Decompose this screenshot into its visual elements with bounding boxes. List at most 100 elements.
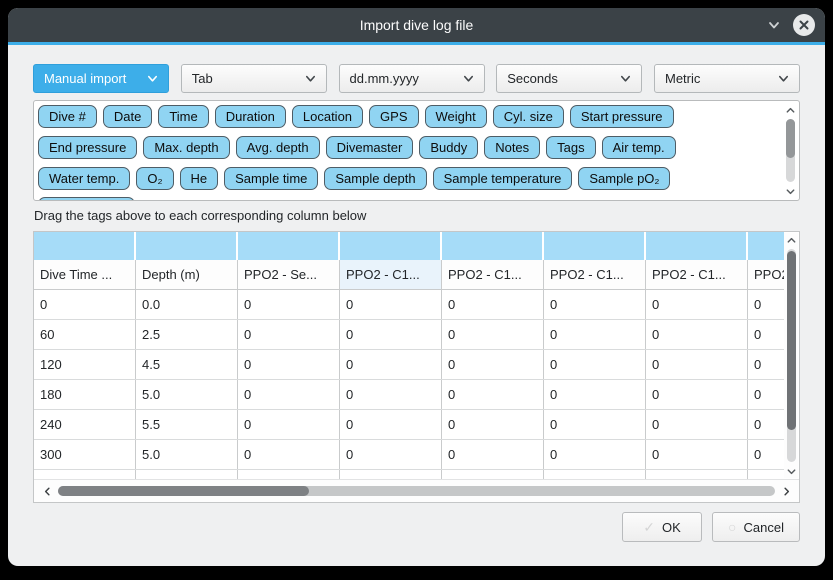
table-cell: 0	[646, 380, 748, 409]
table-cell: 5.0	[136, 380, 238, 409]
tag-max-depth[interactable]: Max. depth	[143, 136, 229, 159]
table-row: 3005.0000000	[34, 440, 784, 470]
tag-tags[interactable]: Tags	[546, 136, 595, 159]
tag-sample-po[interactable]: Sample pO₂	[578, 167, 670, 190]
column-header-0[interactable]: Dive Time ...	[34, 260, 136, 289]
table-cell: 0	[238, 350, 340, 379]
table-cell: 0	[340, 440, 442, 469]
scrollbar-track[interactable]	[787, 249, 796, 462]
titlebar[interactable]: Import dive log file	[8, 8, 825, 42]
column-header-1[interactable]: Depth (m)	[136, 260, 238, 289]
table-cell	[136, 470, 238, 479]
tag-flow: Dive # Date Time Duration Location GPS Weight C…	[34, 101, 799, 201]
combo-value: Manual import	[44, 71, 126, 86]
tag-cyl-size[interactable]: Cyl. size	[493, 105, 564, 128]
drop-target-cell-4[interactable]	[442, 232, 544, 260]
table-row: 602.5000000	[34, 320, 784, 350]
drop-target-row	[34, 232, 784, 260]
scroll-up-icon[interactable]	[785, 103, 796, 117]
tag-time[interactable]: Time	[158, 105, 208, 128]
scrollbar-thumb[interactable]	[58, 486, 309, 496]
cancel-circle-icon: ○	[728, 519, 736, 535]
combo-tab[interactable]: Tab	[181, 64, 327, 93]
tag-list-panel: Dive # Date Time Duration Location GPS Weight C…	[33, 100, 800, 201]
ok-button-label: OK	[662, 520, 681, 535]
table-cell: 0	[340, 380, 442, 409]
table-horizontal-scrollbar[interactable]	[34, 479, 799, 502]
drop-target-cell-7[interactable]	[748, 232, 784, 260]
scroll-up-icon[interactable]	[786, 233, 797, 247]
table-cell: 0	[340, 350, 442, 379]
combo-seconds[interactable]: Seconds	[496, 64, 642, 93]
tag-weight[interactable]: Weight	[425, 105, 487, 128]
tag-sample-cns[interactable]: Sample CNS	[38, 197, 135, 201]
table-cell: 0	[544, 320, 646, 349]
table-cell: 2.5	[136, 320, 238, 349]
scroll-right-icon[interactable]	[779, 484, 793, 498]
table-cell: 0	[748, 320, 784, 349]
table-cell: 0	[238, 380, 340, 409]
drop-target-cell-6[interactable]	[646, 232, 748, 260]
import-dialog: Import dive log file Manual import Tab d…	[8, 8, 825, 566]
column-header-3[interactable]: PPO2 - C1...	[340, 260, 442, 289]
table-cell: 0	[442, 320, 544, 349]
tag-sample-time[interactable]: Sample time	[224, 167, 318, 190]
tag-sample-depth[interactable]: Sample depth	[324, 167, 426, 190]
tag-date[interactable]: Date	[103, 105, 152, 128]
table-cell: 120	[34, 350, 136, 379]
tag-gps[interactable]: GPS	[369, 105, 418, 128]
tag-he[interactable]: He	[180, 167, 219, 190]
table-header-row: Dive Time ...Depth (m)PPO2 - Se...PPO2 -…	[34, 260, 784, 290]
tag-buddy[interactable]: Buddy	[419, 136, 478, 159]
table-cell: 0	[442, 440, 544, 469]
combo-manual-import[interactable]: Manual import	[33, 64, 169, 93]
column-header-7[interactable]: PPO2 - C1...	[748, 260, 784, 289]
tag-water-temp[interactable]: Water temp.	[38, 167, 130, 190]
scrollbar-track[interactable]	[786, 119, 795, 182]
ok-button[interactable]: ✓ OK	[622, 512, 702, 542]
scroll-left-icon[interactable]	[40, 484, 54, 498]
chevron-down-icon	[304, 72, 317, 85]
tag-panel-scrollbar[interactable]	[783, 103, 797, 198]
chevron-down-icon[interactable]	[766, 17, 782, 33]
tag-air-temp[interactable]: Air temp.	[602, 136, 676, 159]
tag-notes[interactable]: Notes	[484, 136, 540, 159]
tag-sample-temperature[interactable]: Sample temperature	[433, 167, 573, 190]
scroll-down-icon[interactable]	[785, 184, 796, 198]
tag-start-pressure[interactable]: Start pressure	[570, 105, 674, 128]
tag-divemaster[interactable]: Divemaster	[326, 136, 414, 159]
column-header-2[interactable]: PPO2 - Se...	[238, 260, 340, 289]
combo-dd-mm-yyyy[interactable]: dd.mm.yyyy	[339, 64, 485, 93]
drop-target-cell-0[interactable]	[34, 232, 136, 260]
tag-end-pressure[interactable]: End pressure	[38, 136, 137, 159]
tag-o[interactable]: O₂	[136, 167, 173, 190]
table-cell: 180	[34, 380, 136, 409]
table-cell: 0	[544, 290, 646, 319]
drop-target-cell-3[interactable]	[340, 232, 442, 260]
tag-dive[interactable]: Dive #	[38, 105, 97, 128]
drop-target-cell-1[interactable]	[136, 232, 238, 260]
column-header-5[interactable]: PPO2 - C1...	[544, 260, 646, 289]
chevron-down-icon	[619, 72, 632, 85]
tag-duration[interactable]: Duration	[215, 105, 286, 128]
scrollbar-track[interactable]	[58, 486, 775, 496]
table-cell	[646, 470, 748, 479]
table-cell: 5.5	[136, 410, 238, 439]
close-button[interactable]	[793, 14, 815, 36]
combo-value: Metric	[665, 71, 700, 86]
scroll-down-icon[interactable]	[786, 464, 797, 478]
table-vertical-scrollbar[interactable]	[784, 233, 798, 478]
scrollbar-thumb[interactable]	[787, 251, 796, 430]
drop-target-cell-2[interactable]	[238, 232, 340, 260]
table-cell	[340, 470, 442, 479]
table-cell: 240	[34, 410, 136, 439]
scrollbar-thumb[interactable]	[786, 119, 795, 158]
tag-location[interactable]: Location	[292, 105, 363, 128]
column-header-4[interactable]: PPO2 - C1...	[442, 260, 544, 289]
combo-metric[interactable]: Metric	[654, 64, 800, 93]
tag-avg-depth[interactable]: Avg. depth	[236, 136, 320, 159]
column-header-6[interactable]: PPO2 - C1...	[646, 260, 748, 289]
table-cell: 0	[748, 290, 784, 319]
cancel-button[interactable]: ○ Cancel	[712, 512, 800, 542]
drop-target-cell-5[interactable]	[544, 232, 646, 260]
